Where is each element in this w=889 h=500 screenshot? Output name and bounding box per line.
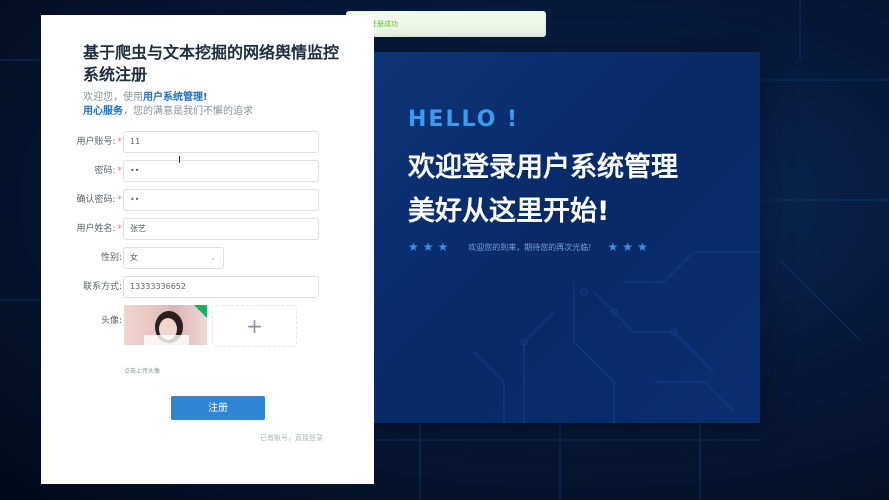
gender-select[interactable]: 女 ⌄ bbox=[123, 247, 224, 269]
name-input[interactable]: 张艺 bbox=[123, 218, 319, 240]
subtitle-line2: 用心服务，您的满意是我们不懈的追求 bbox=[83, 102, 253, 117]
avatar-label: 头像: bbox=[100, 316, 122, 326]
phone-row: 联系方式: 13333336652 bbox=[41, 276, 374, 298]
account-label: 用户账号: * bbox=[76, 137, 122, 147]
hello-heading: HELLO ! bbox=[408, 107, 520, 132]
welcome-heading-line1: 欢迎登录用户系统管理 bbox=[408, 152, 678, 183]
account-row: 用户账号: * 11 bbox=[41, 131, 374, 153]
password-label: 密码: * bbox=[94, 166, 122, 176]
account-input[interactable]: 11 bbox=[123, 131, 319, 153]
tagline-text: 欢迎您的到来，期待您的再次光临! bbox=[468, 242, 592, 252]
avatar-preview[interactable] bbox=[124, 305, 207, 345]
confirm-password-input[interactable]: •• bbox=[123, 189, 319, 211]
subtitle-suffix: ，您的满意是我们不懈的追求 bbox=[123, 106, 253, 117]
tagline-row: ★★★ 欢迎您的到来，期待您的再次光临! ★★★ bbox=[408, 240, 652, 254]
subtitle-highlight-2: 用心服务 bbox=[83, 106, 123, 117]
gender-row: 性别: 女 ⌄ bbox=[41, 247, 374, 269]
password-row: 密码: * •• bbox=[41, 160, 374, 182]
gender-label: 性别: bbox=[100, 253, 122, 263]
subtitle-line1: 欢迎您，使用用户系统管理! bbox=[83, 88, 208, 103]
welcome-heading-line2: 美好从这里开始! bbox=[408, 196, 610, 227]
upload-avatar-button[interactable]: + bbox=[212, 305, 297, 347]
login-link[interactable]: 已有账号，直接登录 bbox=[260, 433, 323, 443]
plus-icon: + bbox=[246, 314, 263, 338]
confirm-password-row: 确认密码: * •• bbox=[41, 189, 374, 211]
password-input[interactable]: •• bbox=[123, 160, 319, 182]
register-button[interactable]: 注册 bbox=[171, 396, 265, 420]
name-label: 用户姓名: * bbox=[76, 224, 122, 234]
welcome-banner: HELLO ! 欢迎登录用户系统管理 美好从这里开始! ★★★ 欢迎您的到来，期… bbox=[374, 52, 760, 423]
chevron-down-icon: ⌄ bbox=[209, 253, 217, 263]
success-toast: ✓ 注册成功 bbox=[346, 11, 546, 37]
uploaded-badge-icon bbox=[194, 305, 207, 318]
upload-hint: 点击上传头像 bbox=[124, 368, 161, 375]
register-form-card: 基于爬虫与文本挖掘的网络舆情监控系统注册 欢迎您，使用用户系统管理! 用心服务，… bbox=[41, 15, 374, 484]
text-cursor-icon: I bbox=[178, 155, 181, 166]
confirm-password-label: 确认密码: * bbox=[76, 195, 122, 205]
toast-message: 注册成功 bbox=[370, 20, 398, 28]
phone-input[interactable]: 13333336652 bbox=[123, 276, 319, 298]
phone-label: 联系方式: bbox=[82, 282, 122, 292]
page-title: 基于爬虫与文本挖掘的网络舆情监控系统注册 bbox=[83, 43, 340, 84]
avatar-row: 头像: bbox=[41, 310, 374, 332]
stars-right-icon: ★★★ bbox=[607, 240, 652, 254]
name-row: 用户姓名: * 张艺 bbox=[41, 218, 374, 240]
stars-left-icon: ★★★ bbox=[408, 240, 453, 254]
gender-value: 女 bbox=[130, 253, 138, 262]
